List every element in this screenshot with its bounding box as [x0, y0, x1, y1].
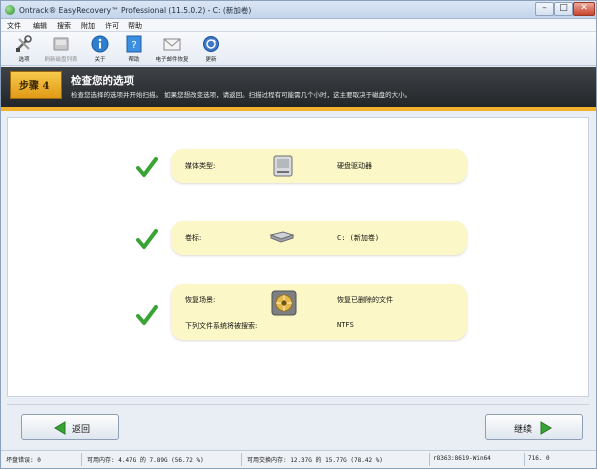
close-button[interactable]: ✕ — [573, 2, 595, 16]
step-description: 检查您选择的选项并开始扫描。 如果您想改变选项，请返回。扫描过程有可能需几个小时… — [71, 91, 412, 99]
step-accent-line — [1, 107, 596, 111]
filesystem-label: 下列文件系统将被搜索: — [185, 322, 258, 330]
svg-text:?: ? — [131, 40, 136, 51]
menu-bar: 文件 编辑 搜索 附加 许可 帮助 — [1, 19, 596, 32]
volume-value: C: (新加卷) — [337, 234, 380, 242]
step-title: 检查您的选项 — [71, 75, 134, 87]
help-icon: ? — [126, 35, 142, 53]
volume-label: 卷标: — [185, 234, 202, 242]
arrow-left-icon — [54, 421, 66, 435]
email-recovery-button[interactable]: 电子邮件恢复 — [155, 35, 189, 65]
about-button[interactable]: 关于 — [83, 35, 117, 65]
back-button[interactable]: 返回 — [21, 414, 119, 440]
status-divider — [524, 453, 525, 466]
options-button[interactable]: 选项 — [7, 35, 41, 65]
status-divider — [429, 453, 430, 466]
refresh-disk-icon — [53, 37, 69, 51]
menu-addons[interactable]: 附加 — [81, 21, 95, 31]
minimize-button[interactable]: – — [535, 2, 554, 16]
scenario-row: 恢复场景: 恢复已删除的文件 下列文件系统将被搜索: NTFS — [171, 284, 467, 340]
status-bar: 坏盘错误: 0 可用内存: 4.47G 的 7.89G (56.72 %) 可用… — [1, 450, 596, 468]
menu-help[interactable]: 帮助 — [128, 21, 142, 31]
app-logo-icon — [5, 5, 15, 15]
volume-row: 卷标: C: (新加卷) — [171, 221, 467, 255]
media-type-label: 媒体类型: — [185, 162, 216, 170]
check-icon — [136, 229, 158, 249]
status-swap: 可用交换内存: 12.37G 的 15.77G (78.42 %) — [247, 457, 383, 464]
info-icon — [91, 35, 109, 53]
update-icon — [203, 36, 219, 52]
check-icon — [136, 305, 158, 325]
scenario-label: 恢复场景: — [185, 296, 216, 304]
email-icon — [163, 38, 181, 51]
status-divider — [241, 453, 242, 466]
maximize-button[interactable]: □ — [554, 2, 573, 16]
summary-panel: 媒体类型: 硬盘驱动器 卷标: C: (新加卷) 恢复场景: 恢复已删除的文件 … — [7, 117, 589, 397]
hard-drive-icon — [273, 155, 293, 177]
update-button[interactable]: 更新 — [194, 35, 228, 65]
media-type-row: 媒体类型: 硬盘驱动器 — [171, 149, 467, 183]
continue-button[interactable]: 继续 — [485, 414, 583, 440]
filesystem-value: NTFS — [337, 321, 354, 329]
menu-license[interactable]: 许可 — [105, 21, 119, 31]
app-window: Ontrack® EasyRecovery™ Professional (11.… — [0, 0, 597, 469]
continue-button-label: 继续 — [514, 425, 533, 435]
refresh-disk-list-button[interactable]: 刷新磁盘列表 — [44, 35, 78, 65]
arrow-right-icon — [540, 421, 552, 435]
status-build: r8363:8619-Win64 — [433, 455, 491, 462]
status-memory: 可用内存: 4.47G 的 7.89G (56.72 %) — [87, 457, 204, 464]
tools-icon — [16, 35, 32, 52]
status-divider — [81, 453, 82, 466]
menu-search[interactable]: 搜索 — [57, 21, 71, 31]
step-header: 步骤 4 检查您的选项 检查您选择的选项并开始扫描。 如果您想改变选项，请返回。… — [1, 67, 596, 111]
step-badge: 步骤 4 — [10, 71, 62, 99]
media-type-value: 硬盘驱动器 — [337, 162, 372, 170]
status-code: 716. 0 — [528, 455, 550, 462]
help-button[interactable]: ? 帮助 — [117, 35, 151, 65]
check-icon — [136, 157, 158, 177]
scenario-value: 恢复已删除的文件 — [337, 296, 393, 304]
window-title: Ontrack® EasyRecovery™ Professional (11.… — [19, 6, 252, 15]
status-bad-sectors: 坏盘错误: 0 — [6, 457, 41, 464]
menu-edit[interactable]: 编辑 — [33, 21, 47, 31]
toolbar: 选项 刷新磁盘列表 关于 ? 帮助 电子邮件恢复 更新 — [1, 32, 596, 66]
volume-drive-icon — [269, 231, 295, 243]
deleted-file-recovery-icon — [271, 290, 297, 316]
back-button-label: 返回 — [72, 425, 91, 435]
menu-file[interactable]: 文件 — [7, 21, 21, 31]
navigation-bar: 返回 继续 — [7, 404, 589, 444]
title-bar[interactable]: Ontrack® EasyRecovery™ Professional (11.… — [1, 1, 596, 19]
